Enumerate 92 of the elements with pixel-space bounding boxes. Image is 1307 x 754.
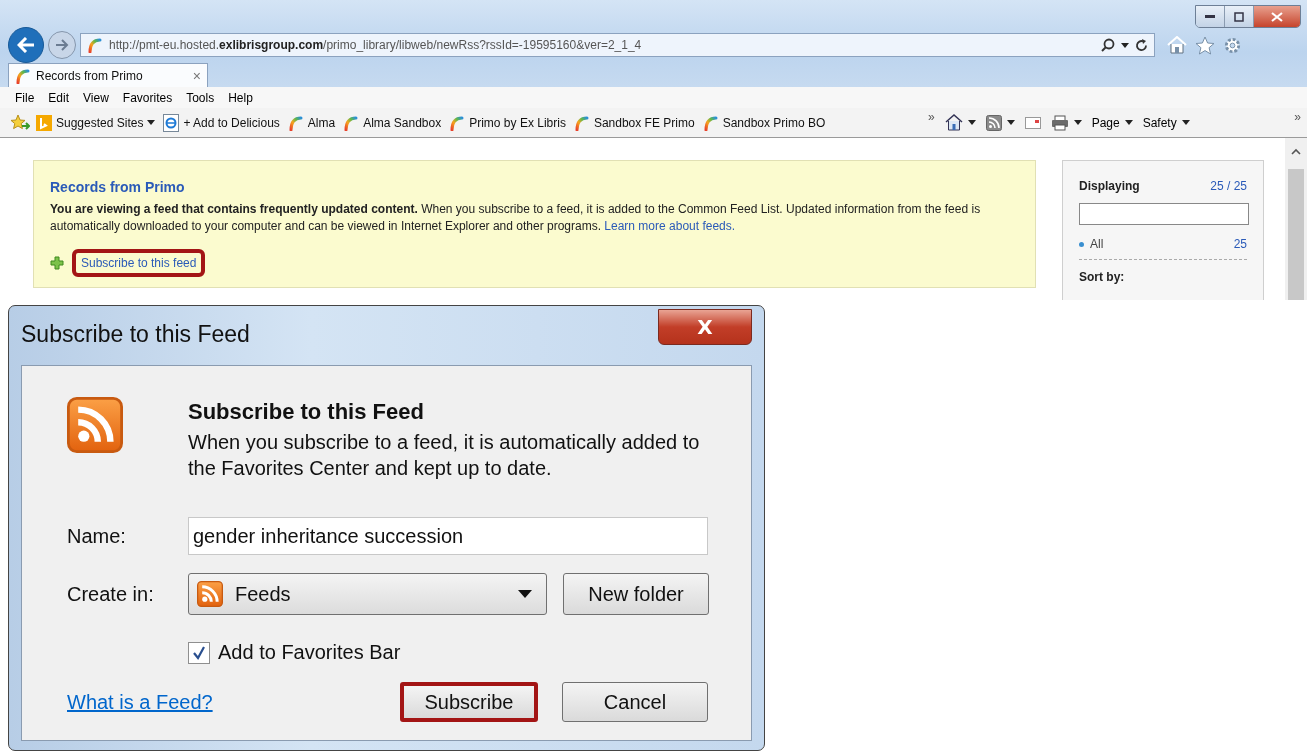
forward-arrow-icon xyxy=(55,39,69,51)
caret-icon xyxy=(967,120,976,125)
favorites-link[interactable]: Alma Sandbox xyxy=(343,114,442,131)
cancel-button[interactable]: Cancel xyxy=(562,682,708,722)
url-text: http://pmt-eu.hosted.exlibrisgroup.com/primo_library/libweb/newRss?rssId=-19595160&ver=2_1_4 xyxy=(109,38,642,52)
rss-folder-icon xyxy=(197,581,223,607)
forward-button[interactable] xyxy=(48,31,76,59)
rainbow-arc-icon xyxy=(287,114,304,131)
restore-icon xyxy=(1234,11,1244,22)
home-icon xyxy=(944,114,963,131)
back-button[interactable] xyxy=(8,27,44,63)
command-button[interactable] xyxy=(985,114,1015,131)
command-button[interactable] xyxy=(1050,114,1082,131)
favorites-link[interactable]: + Add to Delicious xyxy=(163,113,280,132)
page-e-icon xyxy=(163,113,180,132)
filter-option[interactable]: All xyxy=(1090,237,1104,251)
overflow-chevron[interactable]: » xyxy=(1294,108,1301,124)
overflow-chevron[interactable]: » xyxy=(927,108,935,124)
help-link[interactable]: What is a Feed? xyxy=(67,690,213,714)
folder-dropdown[interactable]: Feeds xyxy=(188,573,547,615)
filter-input-field[interactable] xyxy=(1079,203,1249,225)
checkbox-label: Add to Favorites Bar xyxy=(218,641,401,664)
back-arrow-icon xyxy=(17,37,35,53)
rainbow-arc-icon xyxy=(573,114,590,131)
subscribe-link[interactable]: Subscribe to this feed xyxy=(72,249,206,277)
close-icon xyxy=(1271,11,1283,22)
dialog-close-button[interactable]: X xyxy=(658,309,752,345)
checkmark-icon xyxy=(192,645,206,660)
feed-description: You are viewing a feed that contains frequently updated content. When you subscribe to a feed, it is added to the Common Feed List. Updated information from the feed is automatically downloaded to your computer and can be viewed in Internet Explorer and other programs. Learn more about feeds. xyxy=(50,201,982,235)
feed-title: Records from Primo xyxy=(50,179,186,195)
new-folder-button[interactable]: New folder xyxy=(563,573,709,615)
minimize-button[interactable] xyxy=(1196,6,1225,27)
menu-item[interactable]: View xyxy=(76,90,116,105)
rainbow-arc-icon xyxy=(15,67,31,84)
caret-icon xyxy=(518,590,532,598)
menu-item[interactable]: Help xyxy=(221,90,260,105)
command-menu[interactable]: Page xyxy=(1091,115,1133,130)
dialog-title: Subscribe to this Feed xyxy=(21,321,250,348)
star-icon[interactable] xyxy=(1195,35,1215,55)
menu-item[interactable]: File xyxy=(8,90,42,105)
filter-count: 25 xyxy=(1233,237,1247,251)
search-icon[interactable] xyxy=(1101,38,1115,52)
scrollbar[interactable] xyxy=(1285,138,1307,300)
bing-b-icon xyxy=(36,114,52,131)
create-in-label: Create in: xyxy=(67,582,155,606)
caret-icon xyxy=(147,120,156,125)
feed-icon xyxy=(985,114,1002,131)
star-add-icon[interactable] xyxy=(10,114,30,131)
rainbow-arc-icon xyxy=(343,114,360,131)
rainbow-arc-icon xyxy=(449,114,466,131)
restore-button[interactable] xyxy=(1225,6,1254,27)
displaying-label: Displaying xyxy=(1079,179,1140,193)
result-count: 25 / 25 xyxy=(1210,179,1247,193)
caret-icon xyxy=(1073,120,1082,125)
favorites-link[interactable]: Primo by Ex Libris xyxy=(449,114,566,131)
favorites-link[interactable]: Alma xyxy=(287,114,336,131)
sort-by-label: Sort by: xyxy=(1079,270,1126,284)
browser-tab[interactable]: Records from Primo × xyxy=(8,63,208,87)
favorites-link[interactable]: Sandbox Primo BO xyxy=(702,114,826,131)
close-button[interactable] xyxy=(1254,6,1300,27)
minimize-icon xyxy=(1205,15,1215,18)
menu-item[interactable]: Edit xyxy=(41,90,77,105)
name-input-field[interactable]: gender inheritance succession xyxy=(188,517,708,555)
caret-icon xyxy=(1124,120,1133,125)
menu-item[interactable]: Tools xyxy=(179,90,222,105)
command-menu[interactable]: Safety xyxy=(1142,115,1190,130)
subscribe-button[interactable]: Subscribe xyxy=(400,682,538,722)
dialog-heading: Subscribe to this Feed xyxy=(188,399,425,425)
caret-icon xyxy=(1181,120,1190,125)
refresh-icon[interactable] xyxy=(1135,38,1148,52)
learn-more-link[interactable]: Learn more about feeds. xyxy=(604,219,736,233)
settings-icon[interactable] xyxy=(1223,35,1242,55)
name-label: Name: xyxy=(67,524,127,548)
bullet-icon xyxy=(1079,241,1084,247)
rainbow-arc-icon xyxy=(702,114,719,131)
print-icon xyxy=(1050,114,1069,131)
rainbow-arc-icon xyxy=(87,37,103,53)
caret-icon xyxy=(1121,42,1129,48)
home-icon[interactable] xyxy=(1167,35,1187,54)
envelope-icon xyxy=(1024,116,1041,129)
plus-feed-icon xyxy=(50,256,66,270)
command-button[interactable] xyxy=(944,114,976,131)
scroll-up-icon[interactable] xyxy=(1291,148,1301,155)
address-bar[interactable]: http://pmt-eu.hosted.exlibrisgroup.com/primo_library/libweb/newRss?rssId=-19595160&ver=2_1_4 xyxy=(80,33,1155,57)
favorites-link[interactable]: Sandbox FE Primo xyxy=(573,114,695,131)
tab-close-button[interactable]: × xyxy=(192,67,201,84)
caret-icon xyxy=(1006,120,1015,125)
rss-feed-icon xyxy=(67,397,123,453)
dialog-description: When you subscribe to a feed, it is automatically added to the Favorites Center and kept up to date. xyxy=(188,430,701,481)
favorites-link[interactable]: Suggested Sites xyxy=(36,114,156,131)
menu-item[interactable]: Favorites xyxy=(115,90,180,105)
checkbox[interactable] xyxy=(188,641,210,664)
